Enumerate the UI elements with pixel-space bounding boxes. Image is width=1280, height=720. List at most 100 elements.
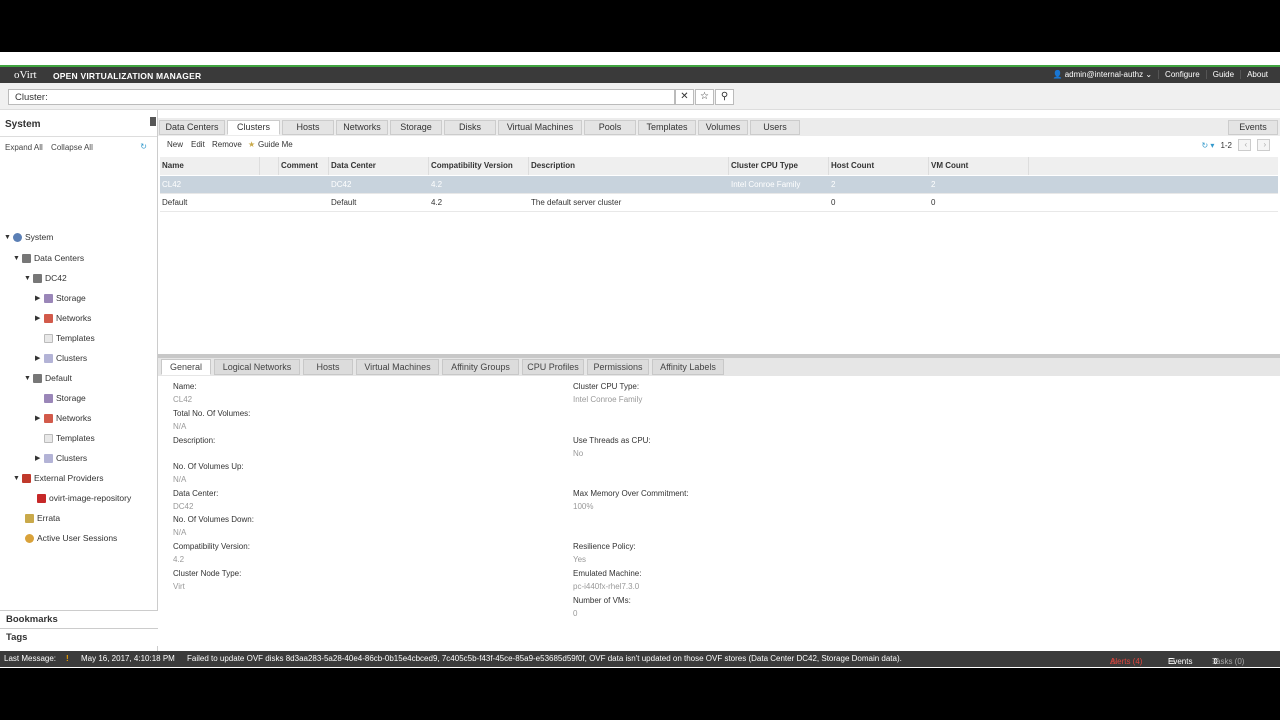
prev-page-button[interactable]: ‹ [1238, 139, 1251, 151]
table-row[interactable]: Default Default 4.2 The default server c… [160, 194, 1278, 212]
edit-button[interactable]: Edit [191, 140, 205, 149]
collapse-all-link[interactable]: Collapse All [51, 143, 93, 152]
guide-link[interactable]: Guide [1205, 70, 1240, 79]
col-compat-version[interactable]: Compatibility Version [429, 157, 529, 175]
detail-value: 4.2 [173, 555, 185, 564]
detail-value: N/A [173, 528, 187, 537]
search-input[interactable] [8, 89, 675, 105]
clear-search-button[interactable]: ✕ [675, 89, 694, 105]
collapsed-arrow-icon: ▶ [35, 355, 41, 362]
next-page-button[interactable]: › [1257, 139, 1270, 151]
about-link[interactable]: About [1240, 70, 1274, 79]
tab-hosts[interactable]: Hosts [282, 120, 334, 135]
collapse-panel-icon[interactable] [150, 117, 156, 126]
tab-virtual-machines[interactable]: Virtual Machines [498, 120, 582, 135]
detail-label: No. Of Volumes Up: [173, 462, 244, 471]
tree-node-errata[interactable]: Errata [25, 511, 60, 525]
col-cpu-type[interactable]: Cluster CPU Type [729, 157, 829, 175]
detail-label: Description: [173, 436, 216, 445]
storage-icon [44, 393, 53, 403]
col-name[interactable]: Name [160, 157, 260, 175]
subtab-virtual-machines[interactable]: Virtual Machines [356, 359, 439, 375]
search-bar: ✕ ☆ ⚲ [0, 83, 1280, 110]
new-button[interactable]: New [167, 140, 183, 149]
cell-name: CL42 [162, 180, 182, 189]
tree-node-default-networks[interactable]: ▶ Networks [35, 411, 91, 425]
tree-node-dc42-storage[interactable]: ▶ Storage [35, 291, 86, 305]
subtab-affinity-labels[interactable]: Affinity Labels [652, 359, 724, 375]
system-tree-panel: System Expand All Collapse All ↻ ▼ Syste… [0, 110, 158, 660]
tab-disks[interactable]: Disks [444, 120, 496, 135]
user-menu[interactable]: 👤 admin@internal-authz ⌄ [1047, 70, 1159, 79]
cell-vm-count: 0 [931, 198, 936, 207]
tree-node-default-templates[interactable]: Templates [44, 431, 95, 445]
guide-me-button[interactable]: Guide Me [258, 140, 293, 149]
tags-section[interactable]: Tags [0, 628, 158, 646]
tab-networks[interactable]: Networks [336, 120, 388, 135]
col-host-count[interactable]: Host Count [829, 157, 929, 175]
expanded-arrow-icon: ▼ [24, 374, 31, 382]
star-icon: ☆ [700, 91, 709, 102]
col-spacer [260, 157, 279, 175]
tab-clusters[interactable]: Clusters [227, 120, 280, 135]
detail-label: Cluster Node Type: [173, 569, 242, 578]
refresh-icon[interactable]: ↻ ▾ [1201, 141, 1214, 150]
network-icon [44, 313, 53, 323]
ovirt-logo: oVirt [14, 69, 37, 81]
remove-button[interactable]: Remove [212, 140, 242, 149]
subtab-hosts[interactable]: Hosts [303, 359, 353, 375]
subtab-general[interactable]: General [161, 359, 211, 375]
detail-tabs: General Logical Networks Hosts Virtual M… [158, 358, 1280, 376]
tree-node-ovirt-image-repository[interactable]: ovirt-image-repository [37, 491, 131, 505]
tree-header: System [0, 110, 157, 137]
template-icon [44, 333, 53, 343]
last-message-text[interactable]: Failed to update OVF disks 8d3aa283-5a28… [187, 654, 1107, 663]
product-name: OPEN VIRTUALIZATION MANAGER [53, 71, 202, 81]
detail-value: No [573, 449, 584, 458]
tab-events[interactable]: Events [1228, 120, 1278, 135]
tree-node-system[interactable]: ▼ System [4, 230, 53, 244]
tree-node-dc42[interactable]: ▼ DC42 [24, 271, 67, 285]
tab-templates[interactable]: Templates [638, 120, 696, 135]
tree-node-default-clusters[interactable]: ▶ Clusters [35, 451, 87, 465]
tab-storage[interactable]: Storage [390, 120, 442, 135]
subtab-cpu-profiles[interactable]: CPU Profiles [522, 359, 584, 375]
tree-node-dc42-clusters[interactable]: ▶ Clusters [35, 351, 87, 365]
tab-pools[interactable]: Pools [584, 120, 636, 135]
col-comment[interactable]: Comment [279, 157, 329, 175]
cluster-icon [44, 453, 53, 463]
expand-all-link[interactable]: Expand All [5, 143, 43, 152]
tree-node-external-providers[interactable]: ▼ External Providers [13, 471, 103, 485]
status-bar: Last Message: ! May 16, 2017, 4:10:18 PM… [0, 651, 1280, 667]
table-row[interactable]: CL42 DC42 4.2 Intel Conroe Family 2 2 [160, 176, 1278, 194]
subtab-logical-networks[interactable]: Logical Networks [214, 359, 300, 375]
col-data-center[interactable]: Data Center [329, 157, 429, 175]
last-message-time: May 16, 2017, 4:10:18 PM [81, 654, 175, 663]
subtab-affinity-groups[interactable]: Affinity Groups [442, 359, 519, 375]
cell-host-count: 2 [831, 180, 836, 189]
col-description[interactable]: Description [529, 157, 729, 175]
tab-volumes[interactable]: Volumes [698, 120, 748, 135]
expanded-arrow-icon: ▼ [4, 233, 11, 241]
search-icon: ⚲ [720, 91, 729, 102]
tree-node-dc42-networks[interactable]: ▶ Networks [35, 311, 91, 325]
cluster-icon [44, 353, 53, 363]
detail-value: DC42 [173, 502, 194, 511]
tab-users[interactable]: Users [750, 120, 800, 135]
bookmark-search-button[interactable]: ☆ [695, 89, 714, 105]
refresh-icon[interactable]: ↻ [140, 142, 147, 151]
tree-node-default[interactable]: ▼ Default [24, 371, 72, 385]
tree-node-dc42-templates[interactable]: Templates [44, 331, 95, 345]
detail-value: N/A [173, 475, 187, 484]
warning-icon: ! [66, 654, 69, 663]
search-button[interactable]: ⚲ [715, 89, 734, 105]
expanded-arrow-icon: ▼ [13, 254, 20, 262]
tree-node-data-centers[interactable]: ▼ Data Centers [13, 251, 84, 265]
subtab-permissions[interactable]: Permissions [587, 359, 649, 375]
bookmarks-section[interactable]: Bookmarks [0, 610, 158, 628]
tree-node-active-user-sessions[interactable]: Active User Sessions [25, 531, 117, 545]
tab-data-centers[interactable]: Data Centers [159, 120, 225, 135]
col-vm-count[interactable]: VM Count [929, 157, 1029, 175]
configure-link[interactable]: Configure [1158, 70, 1206, 79]
tree-node-default-storage[interactable]: Storage [44, 391, 86, 405]
